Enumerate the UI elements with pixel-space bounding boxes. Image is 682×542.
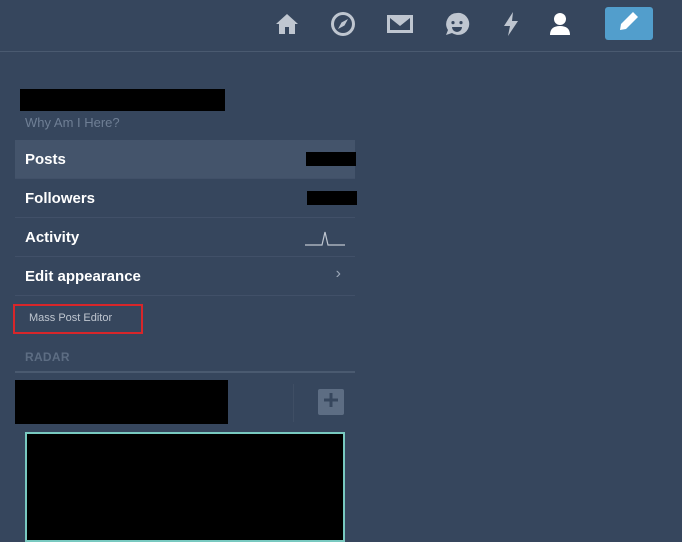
plus-icon xyxy=(324,392,338,412)
account-icon[interactable] xyxy=(545,9,575,39)
followers-count-redacted xyxy=(307,191,357,205)
sidebar-item-edit-appearance[interactable]: Edit appearance › xyxy=(15,257,355,296)
sidebar-item-posts[interactable]: Posts xyxy=(15,140,356,179)
top-navigation-bar xyxy=(0,0,682,52)
mass-post-editor-link[interactable]: Mass Post Editor xyxy=(13,304,143,334)
inbox-icon[interactable] xyxy=(385,9,415,39)
explore-icon[interactable] xyxy=(328,9,358,39)
radar-blog-redacted xyxy=(15,380,228,424)
radar-heading: RADAR xyxy=(25,350,70,364)
messaging-icon[interactable] xyxy=(442,9,472,39)
radar-follow-button[interactable] xyxy=(318,389,344,415)
sidebar-item-label: Edit appearance xyxy=(25,267,141,285)
blog-name-redacted xyxy=(20,89,225,111)
chevron-right-icon: › xyxy=(335,265,341,282)
blog-menu: Posts Followers Activity Edit appearance… xyxy=(15,140,357,296)
posts-count-redacted xyxy=(306,152,356,166)
activity-sparkline-icon xyxy=(305,231,345,246)
sidebar-item-label: Followers xyxy=(25,189,96,207)
blog-title[interactable]: Why Am I Here? xyxy=(25,115,120,130)
sidebar-item-label: Activity xyxy=(25,228,80,246)
compose-icon xyxy=(618,10,640,37)
sidebar-item-label: Posts xyxy=(25,150,66,168)
radar-vertical-divider xyxy=(293,384,294,422)
sidebar-item-activity[interactable]: Activity xyxy=(15,218,355,257)
activity-icon[interactable] xyxy=(496,9,526,39)
radar-divider-line xyxy=(15,371,355,373)
home-icon[interactable] xyxy=(272,9,302,39)
compose-button[interactable] xyxy=(605,7,653,40)
radar-post-preview-redacted[interactable] xyxy=(25,432,345,542)
sidebar-item-followers[interactable]: Followers xyxy=(15,179,357,218)
